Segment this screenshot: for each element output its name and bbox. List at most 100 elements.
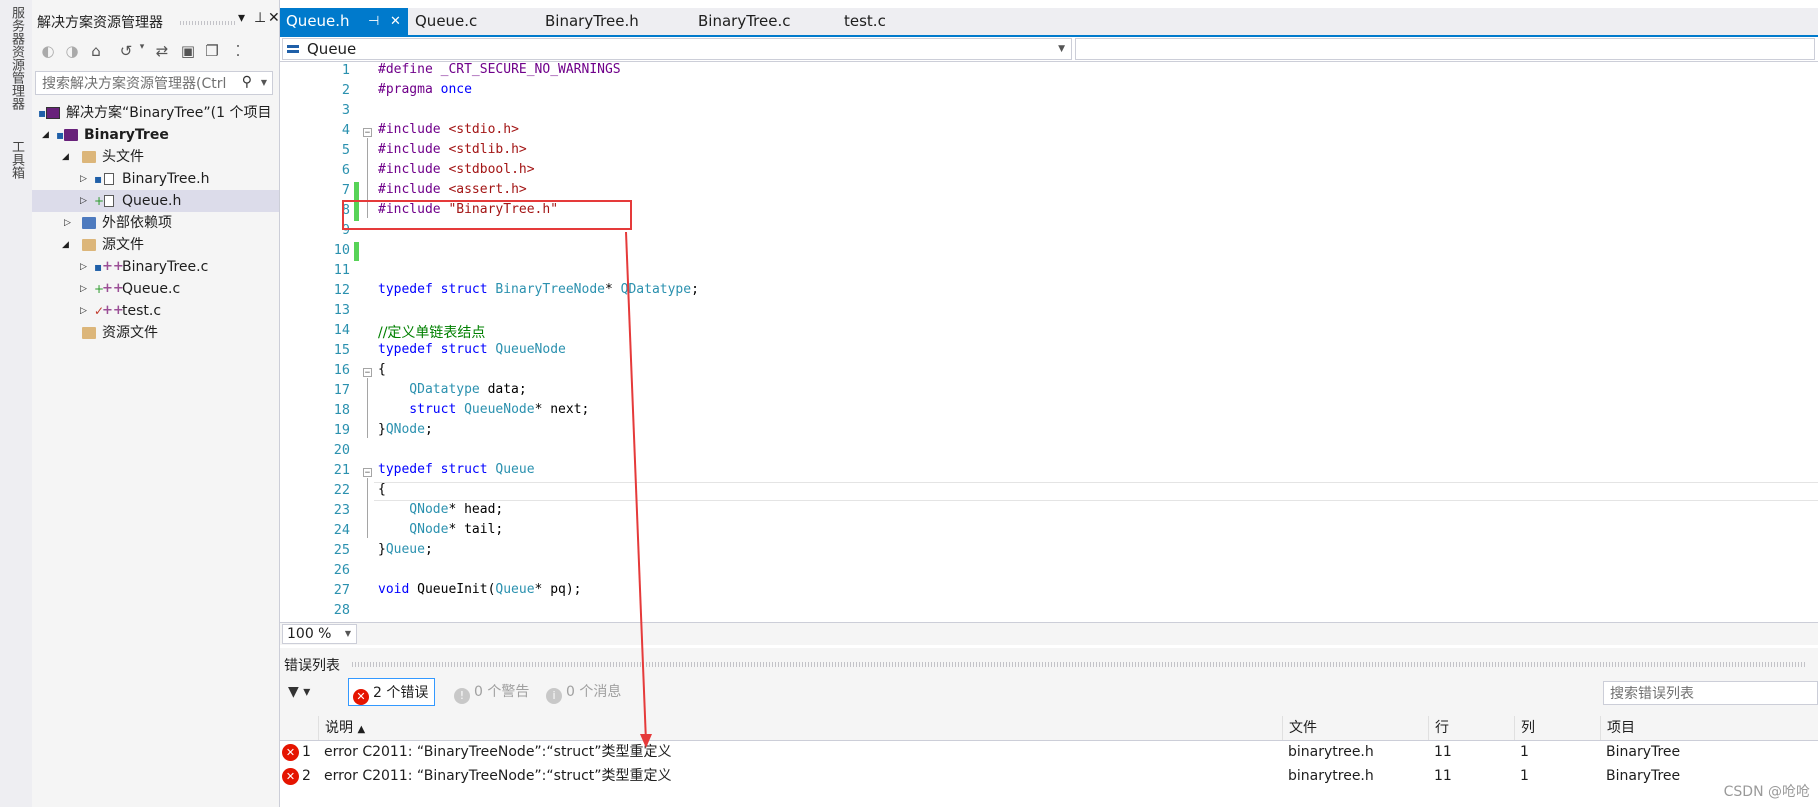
code-line: #define _CRT_SECURE_NO_WARNINGS [378, 62, 621, 77]
code-line: QDatatype data; [378, 382, 526, 397]
code-line: #pragma once [378, 82, 472, 97]
tree-item-source-files[interactable]: ◢ 源文件 [32, 234, 279, 256]
watermark: CSDN @呛呛 [1723, 784, 1810, 800]
tab-binarytree-c[interactable]: BinaryTree.c [692, 8, 796, 35]
tree-item-solution[interactable]: ▪ 解决方案“BinaryTree”(1 个项目 [32, 102, 279, 124]
external-dependencies-icon [82, 217, 96, 229]
drag-grip[interactable] [352, 662, 1807, 667]
error-description: error C2011: “BinaryTreeNode”:“struct”类型… [324, 768, 672, 784]
tab-label: Queue.h [286, 12, 350, 30]
collapse-arrow-icon[interactable]: ▷ [80, 278, 87, 300]
current-line-highlight [374, 482, 1818, 501]
tree-item-resource-files[interactable]: 资源文件 [32, 322, 279, 344]
fold-toggle-icon[interactable]: − [363, 368, 372, 378]
code-token: <stdbool.h> [440, 162, 535, 177]
code-token: once [432, 82, 472, 97]
header-file-icon [104, 173, 114, 185]
error-number: 2 [302, 768, 311, 784]
line-number: 28 [333, 602, 350, 618]
code-token: QueueInit( [409, 582, 496, 597]
code-line: #include <stdbool.h> [378, 162, 535, 177]
warnings-filter-button[interactable]: ! 0 个警告 [450, 678, 535, 706]
column-header-project[interactable]: 项目 [1600, 716, 1818, 740]
tab-queue-c[interactable]: Queue.c [409, 8, 483, 35]
line-number: 27 [333, 582, 350, 598]
tree-item-queue-h[interactable]: ▷ + Queue.h [32, 190, 279, 212]
error-search-input[interactable] [1608, 683, 1812, 705]
pin-icon[interactable]: ⊥ [254, 10, 266, 26]
tree-item-label: BinaryTree.c [122, 259, 209, 275]
zoom-dropdown[interactable]: 100 % ▼ [282, 624, 357, 644]
server-explorer-tab[interactable]: 服务器资源管理器 [7, 6, 26, 110]
error-table: 说明 ▲ 文件 行 列 项目 ✕ 1 error C2011: “BinaryT… [280, 716, 1818, 807]
dropdown-icon[interactable]: ▾ [238, 10, 245, 26]
scope-dropdown[interactable]: Queue ▼ [282, 38, 1072, 60]
tree-item-project[interactable]: ◢ ▪ BinaryTree [32, 124, 279, 146]
search-dropdown-icon[interactable]: ▼ [261, 78, 267, 87]
errors-filter-button[interactable]: ✕ 2 个错误 [348, 678, 436, 706]
line-number: 20 [333, 442, 350, 458]
tree-item-external-deps[interactable]: ▷ 外部依赖项 [32, 212, 279, 234]
tree-item-binarytree-c[interactable]: ▷ ▪ ++ BinaryTree.c [32, 256, 279, 278]
history-dropdown-icon[interactable]: ▾ [132, 42, 152, 62]
tab-binarytree-h[interactable]: BinaryTree.h [539, 8, 645, 35]
expand-arrow-icon[interactable]: ◢ [62, 146, 69, 168]
sync-icon[interactable]: ⇄ [152, 42, 172, 62]
code-editor[interactable]: 1 2 3 4 5 6 7 8 9 10 11 12 13 14 15 16 1… [280, 62, 1818, 622]
error-search-box[interactable] [1603, 681, 1818, 705]
column-header-description[interactable]: 说明 ▲ [318, 716, 1282, 740]
expand-arrow-icon[interactable]: ◢ [42, 124, 49, 146]
error-description: error C2011: “BinaryTreeNode”:“struct”类型… [324, 744, 672, 760]
solution-search-box[interactable]: ⚲ ▼ [35, 71, 273, 95]
collapse-arrow-icon[interactable]: ▷ [80, 168, 87, 190]
expand-arrow-icon[interactable]: ◢ [62, 234, 69, 256]
column-header-line[interactable]: 行 [1428, 716, 1514, 740]
column-header-col[interactable]: 列 [1514, 716, 1600, 740]
drag-grip[interactable] [180, 21, 236, 25]
close-icon[interactable]: ✕ [268, 10, 280, 26]
collapse-all-icon[interactable]: ▣ [178, 42, 198, 62]
fold-toggle-icon[interactable]: − [363, 468, 372, 478]
c-file-icon: ++ [102, 303, 124, 318]
member-dropdown[interactable] [1075, 38, 1815, 60]
forward-icon[interactable]: ◑ [62, 42, 82, 62]
close-tab-icon[interactable]: ✕ [390, 8, 401, 35]
scope-icon [287, 45, 299, 53]
tree-item-test-c[interactable]: ▷ ✓ ++ test.c [32, 300, 279, 322]
line-number: 15 [333, 342, 350, 358]
fold-toggle-icon[interactable]: − [363, 128, 372, 138]
toolbox-tab[interactable]: 工具箱 [7, 140, 26, 179]
tree-item-binarytree-h[interactable]: ▷ ▪ BinaryTree.h [32, 168, 279, 190]
more-icon[interactable]: ⁚ [228, 42, 248, 62]
line-number: 18 [333, 402, 350, 418]
collapse-arrow-icon[interactable]: ▷ [80, 190, 87, 212]
header-label: 列 [1521, 720, 1535, 736]
error-line: 11 [1434, 744, 1452, 760]
error-number: 1 [302, 744, 311, 760]
column-header-file[interactable]: 文件 [1282, 716, 1428, 740]
back-icon[interactable]: ◐ [38, 42, 58, 62]
warnings-count-label: 0 个警告 [474, 684, 530, 700]
tree-item-header-files[interactable]: ◢ 头文件 [32, 146, 279, 168]
filter-icon[interactable]: ▼ ▾ [288, 684, 310, 700]
code-token: <assert.h> [440, 182, 527, 197]
solution-search-input[interactable] [40, 73, 239, 95]
error-icon: ✕ [282, 768, 299, 785]
collapse-arrow-icon[interactable]: ▷ [64, 212, 71, 234]
collapse-arrow-icon[interactable]: ▷ [80, 256, 87, 278]
tree-item-queue-c[interactable]: ▷ + ++ Queue.c [32, 278, 279, 300]
messages-filter-button[interactable]: i0 个消息 [542, 678, 627, 706]
tab-queue-h[interactable]: Queue.h ⊣ ✕ [280, 8, 408, 35]
tab-test-c[interactable]: test.c [838, 8, 892, 35]
pin-icon[interactable]: ⊣ [368, 8, 379, 35]
search-icon[interactable]: ⚲ [242, 74, 252, 90]
error-row[interactable]: ✕ 2 error C2011: “BinaryTreeNode”:“struc… [280, 766, 1818, 787]
show-all-files-icon[interactable]: ❐ [202, 42, 222, 62]
collapse-arrow-icon[interactable]: ▷ [80, 300, 87, 322]
code-token: QDatatype [378, 382, 480, 397]
code-line: QNode* head; [378, 502, 503, 517]
side-tool-strip: 服务器资源管理器 工具箱 [0, 0, 33, 807]
home-icon[interactable]: ⌂ [86, 42, 106, 62]
info-icon: i [546, 688, 562, 704]
error-row[interactable]: ✕ 1 error C2011: “BinaryTreeNode”:“struc… [280, 742, 1818, 763]
